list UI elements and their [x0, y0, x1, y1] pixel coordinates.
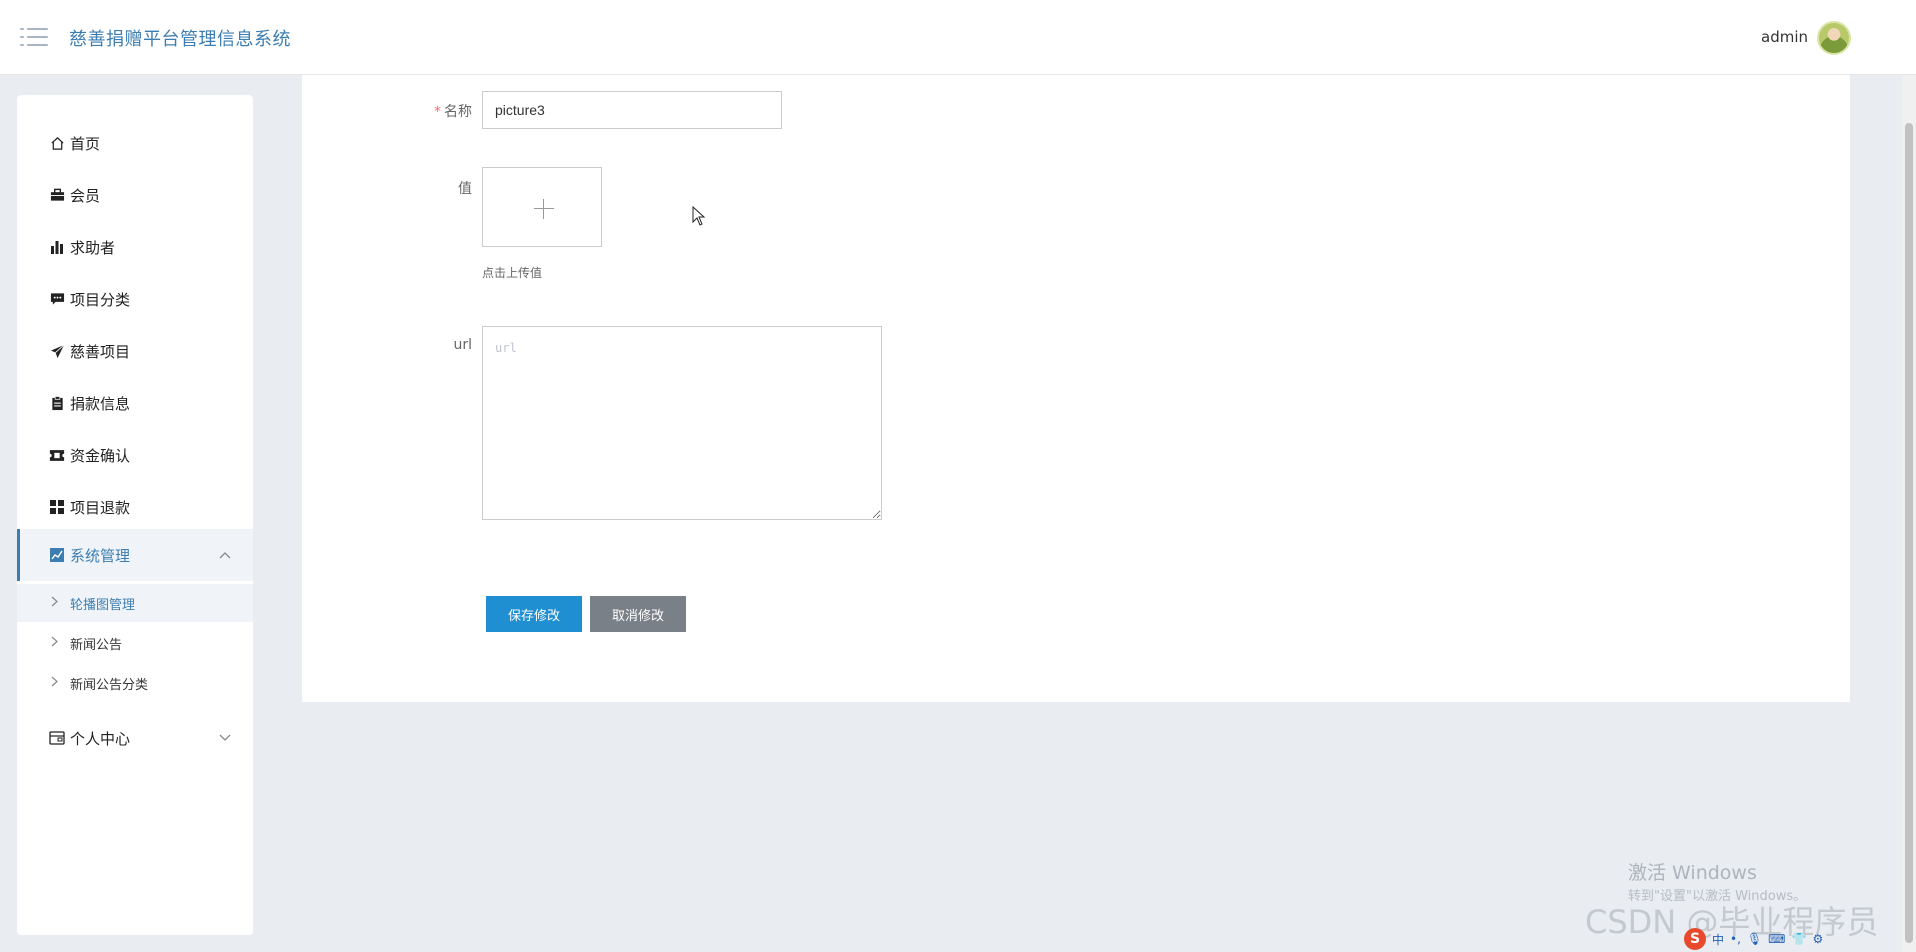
value-label: 值	[458, 181, 472, 197]
url-label: url	[453, 337, 472, 353]
sidebar-item-label: 项目退款	[70, 498, 131, 517]
sidebar-subitem-label: 新闻公告	[70, 637, 123, 653]
upload-tip: 点击上传值	[482, 266, 543, 280]
app-title: 慈善捐赠平台管理信息系统	[69, 29, 291, 50]
sidebar-item-project-refund[interactable]: 项目退款	[17, 485, 253, 529]
sidebar-subitem-carousel[interactable]: 轮播图管理	[17, 584, 253, 622]
menu-toggle-icon[interactable]	[20, 26, 48, 48]
avatar[interactable]	[1817, 21, 1851, 55]
mouse-cursor-icon	[692, 205, 706, 230]
ime-mode-label[interactable]: 中	[1712, 931, 1724, 948]
sidebar-item-label: 系统管理	[70, 546, 131, 565]
gear-icon[interactable]: ⚙	[1812, 932, 1823, 946]
url-textarea[interactable]	[482, 326, 882, 520]
sidebar-item-home[interactable]: 首页	[17, 121, 253, 165]
cancel-button[interactable]: 取消修改	[590, 596, 686, 632]
shirt-icon[interactable]: 👕	[1791, 932, 1806, 946]
sidebar-item-charity-projects[interactable]: 慈善项目	[17, 329, 253, 373]
name-label: * 名称	[434, 104, 472, 120]
sidebar-item-donation-info[interactable]: 捐款信息	[17, 381, 253, 425]
sidebar-subitem-news[interactable]: 新闻公告	[17, 624, 253, 662]
scrollbar-thumb[interactable]	[1905, 123, 1913, 943]
top-header: 慈善捐赠平台管理信息系统 admin	[0, 0, 1916, 75]
sidebar-item-members[interactable]: 会员	[17, 173, 253, 217]
sidebar-item-fund-confirmation[interactable]: 资金确认	[17, 433, 253, 477]
sidebar-item-label: 个人中心	[70, 729, 131, 748]
chevron-up-icon	[219, 548, 231, 562]
name-input[interactable]	[482, 91, 782, 129]
bar-chart-icon	[49, 239, 65, 255]
required-mark: *	[434, 104, 441, 120]
microphone-icon[interactable]: 🎙	[1747, 932, 1762, 946]
image-upload-area[interactable]	[482, 167, 602, 247]
sidebar-item-label: 项目分类	[70, 290, 131, 309]
chevron-right-icon	[51, 676, 58, 691]
sidebar-item-personal-center[interactable]: 个人中心	[17, 716, 253, 760]
comment-icon	[49, 291, 65, 307]
paper-plane-icon	[49, 343, 65, 359]
ime-toolbar[interactable]: S 中 •, 🎙 ⌨ 👕 ⚙	[1684, 928, 1823, 950]
punctuation-icon[interactable]: •,	[1730, 932, 1741, 946]
sidebar-item-project-category[interactable]: 项目分类	[17, 277, 253, 321]
wallet-icon	[49, 730, 65, 746]
sidebar-subitem-label: 新闻公告分类	[70, 677, 149, 693]
sidebar-item-label: 捐款信息	[70, 394, 131, 413]
user-name[interactable]: admin	[1761, 28, 1808, 46]
line-chart-icon	[49, 547, 65, 563]
sidebar-item-label: 慈善项目	[70, 342, 131, 361]
grid-icon	[49, 499, 65, 515]
windows-activation-title: 激活 Windows	[1628, 862, 1757, 884]
save-button[interactable]: 保存修改	[486, 596, 582, 632]
home-icon	[49, 135, 65, 151]
sogou-logo-icon: S	[1684, 928, 1706, 950]
ticket-icon	[49, 447, 65, 463]
chevron-right-icon	[51, 596, 58, 611]
sidebar-item-label: 资金确认	[70, 446, 131, 465]
sidebar-subitem-news-category[interactable]: 新闻公告分类	[17, 664, 253, 702]
clipboard-icon	[49, 395, 65, 411]
sidebar-item-system-management[interactable]: 系统管理	[17, 529, 253, 581]
sidebar-item-label: 首页	[70, 134, 101, 153]
keyboard-icon[interactable]: ⌨	[1768, 932, 1785, 946]
briefcase-icon	[49, 187, 65, 203]
chevron-right-icon	[51, 636, 58, 651]
sidebar-item-label: 求助者	[70, 238, 116, 257]
sidebar-item-help-seekers[interactable]: 求助者	[17, 225, 253, 269]
plus-icon	[534, 208, 554, 209]
sidebar-subitem-label: 轮播图管理	[70, 597, 136, 613]
page-scrollbar[interactable]	[1902, 75, 1916, 952]
chevron-down-icon	[219, 731, 231, 745]
sidebar: 首页 会员 求助者 项目分类 慈善项目 捐款信息 资金确认 项目退款 系统管理 …	[17, 95, 253, 935]
sidebar-item-label: 会员	[70, 186, 101, 205]
